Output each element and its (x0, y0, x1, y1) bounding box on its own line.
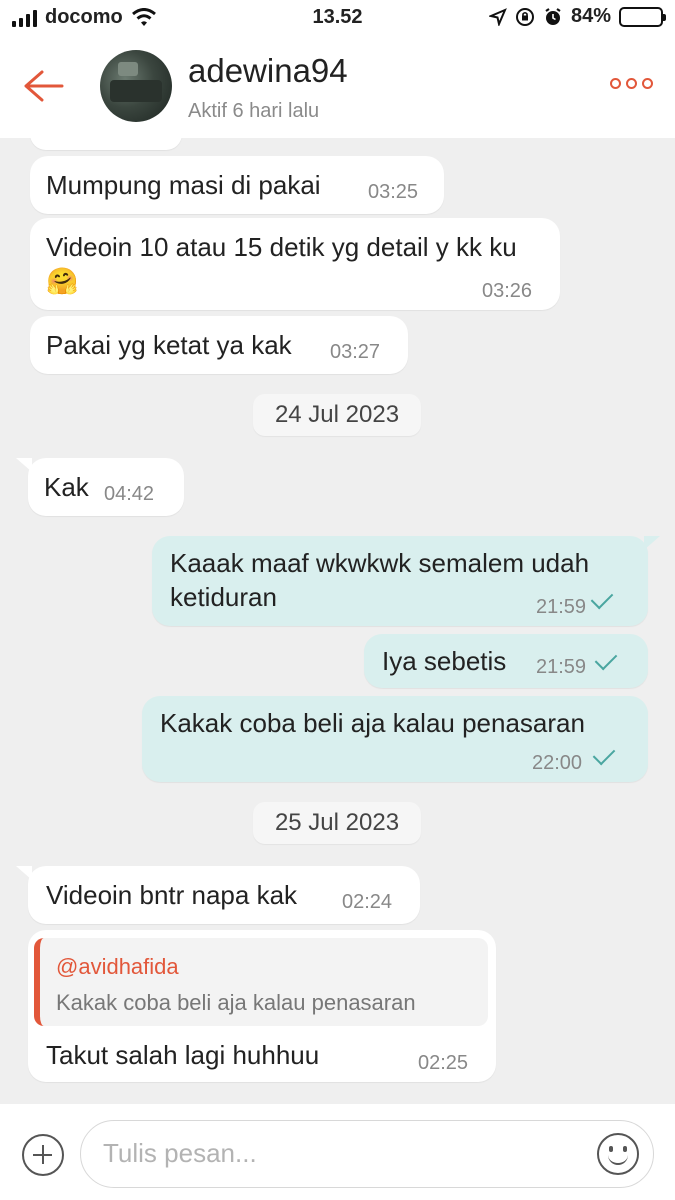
message-input[interactable] (103, 1121, 583, 1185)
location-arrow-icon (488, 7, 507, 26)
message-list[interactable]: Mumpung masi di pakai 03:25 Videoin 10 a… (0, 138, 675, 1104)
message-time: 04:42 (104, 483, 155, 505)
message-time: 03:26 (482, 280, 533, 302)
alarm-icon (545, 7, 561, 25)
message-time: 03:25 (368, 181, 419, 203)
date-separator: 25 Jul 2023 (253, 802, 421, 844)
message-time: 03:27 (330, 341, 381, 363)
avatar[interactable] (100, 50, 172, 122)
more-dots-icon[interactable] (610, 78, 653, 89)
message-text: Kak (44, 472, 89, 502)
plus-circle-icon[interactable] (22, 1134, 64, 1176)
battery-icon (619, 6, 666, 27)
orientation-lock-icon (515, 7, 534, 26)
message-text: Takut salah lagi huhhuu (46, 1040, 320, 1070)
message-bubble-incoming[interactable]: Videoin 10 atau 15 detik yg detail y kk … (30, 218, 560, 310)
read-check-icon (592, 742, 616, 766)
message-bubble-outgoing[interactable]: Kaaak maaf wkwkwk semalem udah ketiduran… (152, 536, 660, 626)
message-text: Iya sebetis (382, 646, 507, 676)
status-bar: docomo 13.52 84% (0, 0, 675, 38)
quoted-text: Kakak coba beli aja kalau penasaran (56, 990, 416, 1015)
message-text: Videoin 10 atau 15 detik yg detail y kk … (46, 232, 517, 296)
contact-name[interactable]: adewina94 (188, 52, 348, 90)
date-separator: 24 Jul 2023 (253, 394, 421, 436)
message-time: 02:25 (418, 1052, 469, 1074)
arrow-left-icon[interactable] (20, 66, 66, 106)
presence-status: Aktif 6 hari lalu (188, 100, 320, 122)
message-input-container[interactable] (80, 1120, 654, 1188)
message-time: 21:59 (536, 656, 587, 678)
smiley-icon[interactable] (597, 1133, 639, 1175)
message-composer (0, 1104, 675, 1200)
quoted-user: @avidhafida (56, 954, 179, 979)
read-check-icon (594, 647, 618, 671)
message-text: Pakai yg ketat ya kak (46, 330, 292, 360)
message-text: Mumpung masi di pakai (46, 170, 321, 200)
message-time: 02:24 (342, 891, 393, 913)
message-bubble-reply[interactable]: @avidhafida Kakak coba beli aja kalau pe… (28, 930, 496, 1082)
message-text: Videoin bntr napa kak (46, 880, 298, 910)
message-bubble-clipped (30, 138, 182, 150)
message-time: 21:59 (536, 596, 587, 618)
message-bubble-outgoing[interactable]: Iya sebetis 21:59 (364, 634, 648, 688)
message-bubble-incoming[interactable]: Kak 04:42 (16, 458, 184, 516)
battery-percent: 84% (570, 5, 611, 27)
message-text: Kakak coba beli aja kalau penasaran (160, 708, 585, 738)
message-bubble-incoming[interactable]: Videoin bntr napa kak 02:24 (16, 866, 420, 924)
quoted-message[interactable]: @avidhafida Kakak coba beli aja kalau pe… (34, 938, 488, 1026)
chat-header: adewina94 Aktif 6 hari lalu (0, 38, 675, 138)
message-time: 22:00 (532, 752, 583, 774)
message-bubble-outgoing[interactable]: Kakak coba beli aja kalau penasaran 22:0… (142, 696, 648, 782)
message-bubble-incoming[interactable]: Pakai yg ketat ya kak 03:27 (30, 316, 408, 374)
message-bubble-incoming[interactable]: Mumpung masi di pakai 03:25 (30, 156, 444, 214)
status-icons: 84% (488, 5, 666, 28)
